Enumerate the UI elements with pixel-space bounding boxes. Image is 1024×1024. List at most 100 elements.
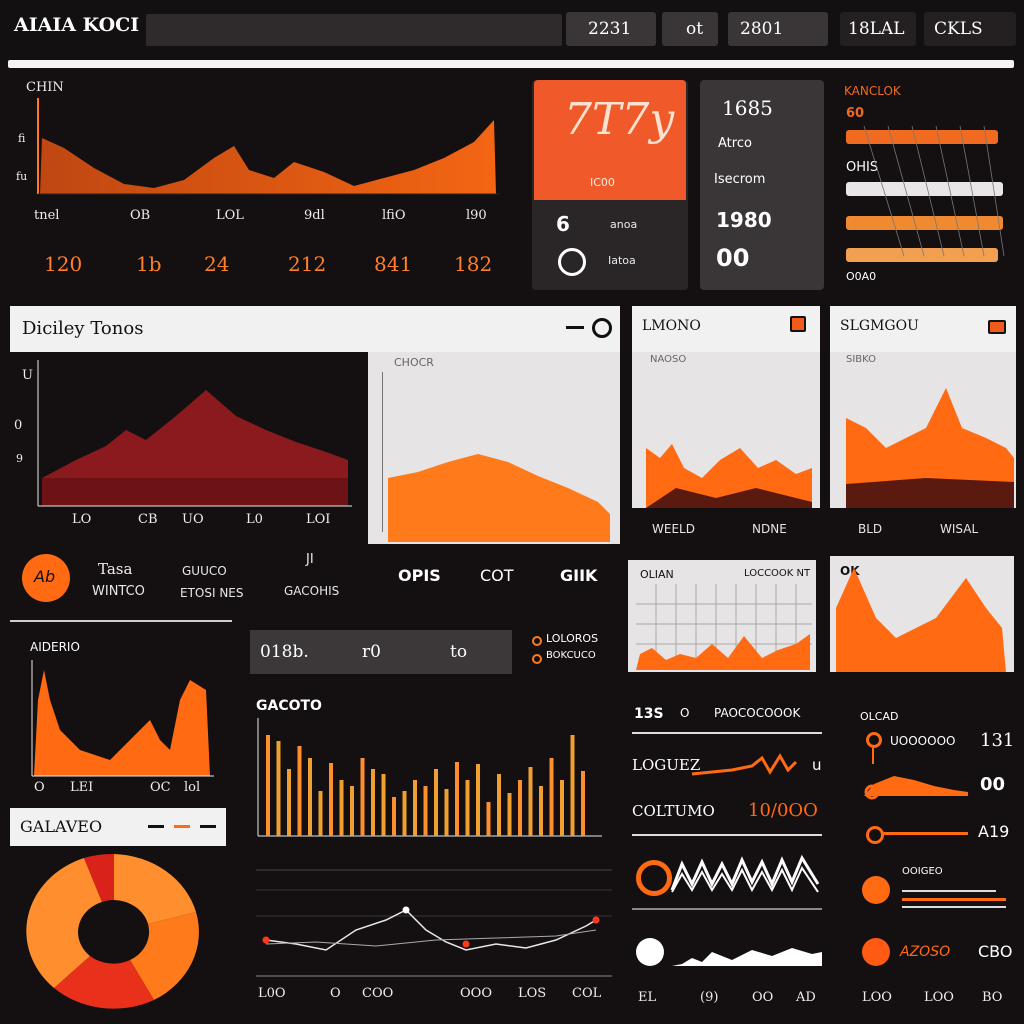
top-chart-ytick-1: fi <box>18 132 26 145</box>
bar-4 <box>297 746 302 836</box>
refresh-icon[interactable] <box>558 248 586 276</box>
small-chart-2-menu-icon[interactable] <box>988 320 1006 334</box>
small-chart-2-header: SLGMGOU <box>830 306 1016 352</box>
top-bar: AIAIA KOCI 2231 ot 2801 18LAL CKLS <box>0 0 1024 56</box>
legend-dot-1 <box>532 636 542 646</box>
hbar-label-1: 60 <box>846 106 865 121</box>
kpi-card-dark[interactable]: 1685 Atrco Isecrom 1980 00 <box>700 80 824 290</box>
toolbar-button-3[interactable]: 2801 <box>728 12 828 46</box>
donut-legend-swatch-2 <box>174 825 190 828</box>
toolbar-button-4[interactable]: 18LAL <box>840 12 916 46</box>
left-chart-2 <box>31 660 214 777</box>
hbar-title: KANCLOK <box>844 84 901 98</box>
dialog-xtick-4: L0 <box>246 512 263 527</box>
line-xtick-2: O <box>330 986 341 1001</box>
bar-7 <box>329 763 333 836</box>
tab-3[interactable]: to <box>430 630 490 674</box>
list-divider-2 <box>632 834 822 836</box>
list-row-1[interactable]: LOGUEZ u <box>632 748 826 782</box>
hbar-label-3: O0A0 <box>846 270 877 283</box>
bar-29 <box>560 780 564 836</box>
bar-22 <box>486 802 491 836</box>
hbar-chart <box>846 125 1005 262</box>
small-chart-2-title: SLGMGOU <box>840 318 919 334</box>
tab-2[interactable]: r0 <box>346 630 406 674</box>
top-value-2: 1b <box>136 252 162 276</box>
toolbar-button-5[interactable]: CKLS <box>924 12 1016 46</box>
legend-mid: LOLOROS BOKCUCO <box>532 632 622 672</box>
grey-chart-title: CHOCR <box>394 356 434 369</box>
line-xtick-1: L0O <box>258 986 286 1001</box>
small-chart-1-menu-icon[interactable] <box>790 316 806 332</box>
list-white-dot <box>636 938 664 966</box>
line-xtick-6: COL <box>572 986 602 1001</box>
dialog-section-title: Diciley Tonos <box>22 318 144 339</box>
right-item-4[interactable]: OOIGEO <box>846 864 1016 914</box>
top-value-4: 212 <box>288 252 327 276</box>
top-chart-xtick-1: tnel <box>34 208 60 223</box>
donut-slice-1 <box>114 854 196 924</box>
list-bottom-x-2: (9) <box>700 990 719 1005</box>
small-chart-3-grid-area <box>636 584 812 670</box>
list-row-1-value: u <box>812 756 822 774</box>
stats-row: Ab Tasa WINTCO GUUCO ETOSI NES JI GACOHI… <box>10 548 620 618</box>
left-chart-2-xtick-4: lol <box>184 780 201 795</box>
left-chart-2-xtick-2: LEI <box>70 780 94 795</box>
list-header-a: 13S <box>634 706 664 722</box>
small-chart-2-xtick-2: WISAL <box>940 522 979 536</box>
small-chart-1-subtitle: NAOSO <box>650 354 687 365</box>
left-chart-2-series <box>34 670 210 776</box>
left-chart-2-xtick-3: OC <box>150 780 171 795</box>
top-area-chart <box>37 98 500 195</box>
right-item-1[interactable]: UOOOOOO 131 <box>846 728 1016 768</box>
list-zigzag <box>670 854 820 893</box>
top-value-3: 24 <box>204 252 230 276</box>
right-item-3[interactable]: A19 <box>846 818 1016 852</box>
right-item-2[interactable]: 00 <box>846 770 1016 804</box>
settings-icon[interactable] <box>592 318 612 338</box>
toolbar-button-1[interactable]: 2231 <box>566 12 656 46</box>
stats-v3: GIIK <box>560 566 598 585</box>
right-item-1-ring <box>866 732 882 748</box>
search-input[interactable] <box>146 14 562 46</box>
list-row-2[interactable]: COLTUMO 10/0OO <box>632 796 826 830</box>
tab-3-label: to <box>450 642 468 662</box>
kpi-dark-title: 1685 <box>722 96 773 120</box>
line-point-1 <box>262 936 270 944</box>
stats-icon[interactable]: Ab <box>22 554 70 602</box>
dialog-xtick-5: LOI <box>306 512 331 527</box>
dialog-chart-ytick-1: U <box>22 368 33 383</box>
donut-legend-swatch-1 <box>148 825 164 828</box>
toolbar-button-2-label: ot <box>686 19 704 39</box>
bar-6 <box>318 791 323 836</box>
stats-divider <box>10 620 232 622</box>
top-chart-xtick-2: OB <box>130 208 151 223</box>
right-item-5[interactable]: AZOSO CBO <box>846 934 1016 974</box>
top-chart-xtick-6: l90 <box>466 208 487 223</box>
list-white-wave <box>672 948 822 966</box>
list-divider-1 <box>632 732 822 734</box>
list-ring-icon <box>636 860 672 896</box>
toolbar-button-2[interactable]: ot <box>662 12 718 46</box>
tab-2-label: r0 <box>362 642 381 662</box>
bar-28 <box>549 758 554 836</box>
kpi-card-orange[interactable]: 7T7y IC00 6 anoa Iatoa <box>532 80 688 290</box>
minimize-icon[interactable] <box>566 326 584 329</box>
list-row-1-label: LOGUEZ <box>632 756 701 774</box>
bar-5 <box>308 758 312 836</box>
small-chart-3: OLIAN LOCCOOK NT <box>628 560 816 672</box>
hbar-3 <box>846 216 1003 230</box>
top-value-5: 841 <box>374 252 413 276</box>
kpi-dark-line1: Atrco <box>718 136 752 151</box>
line-xtick-3: COO <box>362 986 394 1001</box>
toolbar-button-1-label: 2231 <box>588 19 632 39</box>
small-chart-2-body: SIBKO <box>830 352 1016 508</box>
kpi-orange-row2-text: Iatoa <box>608 254 636 267</box>
top-chart-panel: CHIN fi fu tnel OB LOL 9dl lfiO l90 120 … <box>8 74 520 290</box>
list-panel: 13S O PAOCOCOOOK LOGUEZ u COLTUMO 10/0OO… <box>628 696 828 1016</box>
dialog-xtick-2: CB <box>138 512 158 527</box>
kpi-orange-top: 7T7y IC00 <box>534 80 686 200</box>
small-chart-1-xtick-2: NDNE <box>752 522 787 536</box>
bar-2 <box>276 741 281 836</box>
tab-1[interactable]: 018b. <box>250 630 330 674</box>
